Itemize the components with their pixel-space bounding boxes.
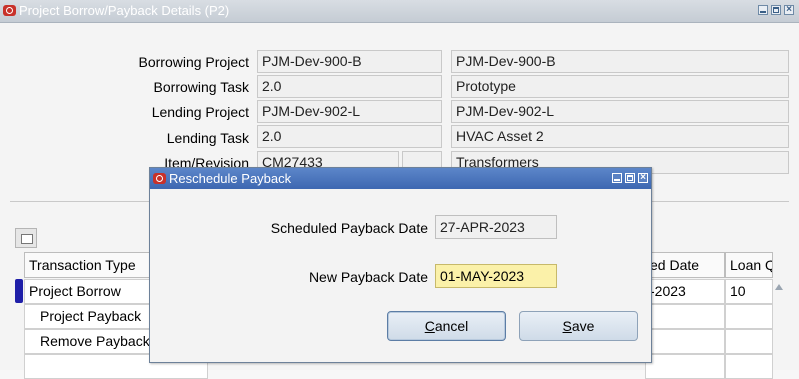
main-window-title: Project Borrow/Payback Details (P2) <box>19 3 230 18</box>
new-payback-date-field[interactable]: 01-MAY-2023 <box>435 264 557 288</box>
maximize-icon[interactable] <box>625 173 635 183</box>
borrowing-project-label: Borrowing Project <box>138 54 250 70</box>
main-titlebar[interactable]: Project Borrow/Payback Details (P2) × <box>0 0 799 23</box>
minimize-icon[interactable] <box>612 173 622 183</box>
maximize-icon[interactable] <box>771 5 781 15</box>
lending-project-desc: PJM-Dev-902-L <box>451 100 789 123</box>
oracle-logo-icon <box>153 173 166 184</box>
borrowing-task-label: Borrowing Task <box>153 79 249 95</box>
current-row-indicator <box>15 279 23 303</box>
borrowing-project-field[interactable]: PJM-Dev-900-B <box>257 50 442 73</box>
table-row-date[interactable] <box>645 304 725 329</box>
close-icon[interactable]: × <box>638 173 648 183</box>
dialog-title: Reschedule Payback <box>169 171 292 186</box>
table-row-date[interactable]: -2023 <box>645 279 725 304</box>
save-button[interactable]: Save <box>519 311 638 341</box>
lending-task-field[interactable]: 2.0 <box>257 125 442 148</box>
new-payback-date-label: New Payback Date <box>308 269 428 285</box>
save-label: ave <box>571 318 595 334</box>
minimize-icon[interactable] <box>758 5 768 15</box>
cancel-mnemonic: C <box>424 318 435 334</box>
save-mnemonic: S <box>562 318 572 334</box>
close-icon[interactable]: × <box>784 5 794 15</box>
table-row-qty[interactable] <box>725 354 773 379</box>
cancel-label: ancel <box>434 318 469 334</box>
lending-project-field[interactable]: PJM-Dev-902-L <box>257 100 442 123</box>
table-row-date[interactable] <box>645 329 725 354</box>
folder-tools-icon[interactable] <box>15 228 37 248</box>
dialog-titlebar[interactable]: Reschedule Payback × <box>150 168 651 189</box>
header-scheduled-date[interactable]: ed Date <box>645 252 725 278</box>
header-loan-quantity[interactable]: Loan Q <box>725 252 773 278</box>
lending-task-desc: HVAC Asset 2 <box>451 125 789 148</box>
table-row-qty[interactable]: 10 <box>725 279 773 304</box>
lending-task-label: Lending Task <box>166 130 249 146</box>
scheduled-payback-date-label: Scheduled Payback Date <box>270 220 428 236</box>
borrowing-task-field[interactable]: 2.0 <box>257 75 442 98</box>
table-row-qty[interactable] <box>725 329 773 354</box>
oracle-logo-icon <box>3 5 16 16</box>
table-row-qty[interactable] <box>725 304 773 329</box>
reschedule-payback-dialog: Reschedule Payback × Scheduled Payback D… <box>149 167 652 363</box>
cancel-button[interactable]: Cancel <box>387 311 506 341</box>
borrowing-project-desc: PJM-Dev-900-B <box>451 50 789 73</box>
borrowing-task-desc: Prototype <box>451 75 789 98</box>
scroll-up-arrow-icon[interactable] <box>773 279 785 297</box>
lending-project-label: Lending Project <box>151 104 249 120</box>
scheduled-payback-date-field: 27-APR-2023 <box>435 215 557 239</box>
table-row-date[interactable] <box>645 354 725 379</box>
